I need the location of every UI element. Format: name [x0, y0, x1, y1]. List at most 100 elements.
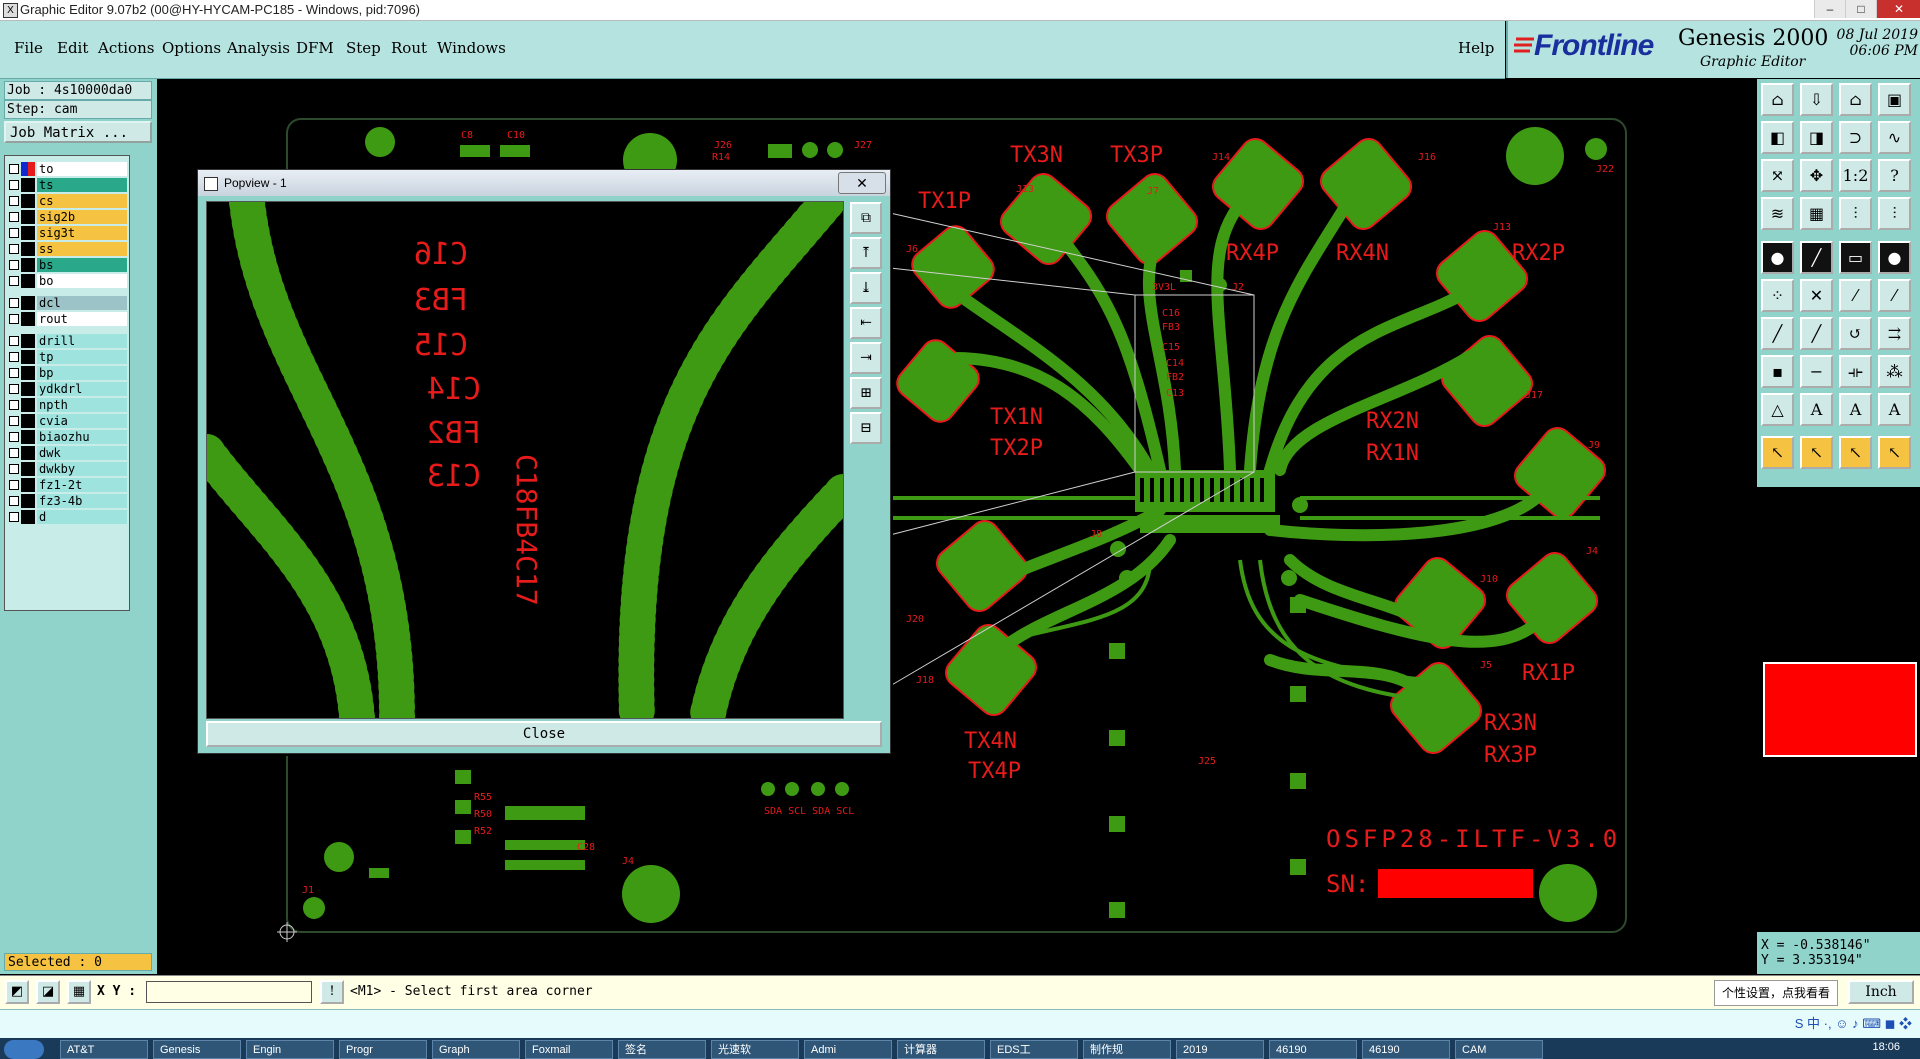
taskbar-item[interactable]: 签名 — [618, 1040, 706, 1059]
draw-line-icon[interactable]: ╱ — [1761, 317, 1794, 350]
zoom-home-icon[interactable]: ⌂ — [1761, 83, 1794, 116]
text-a-alt-icon[interactable]: A — [1839, 393, 1872, 426]
select-arrow-icon[interactable]: ↖ — [1761, 436, 1794, 469]
vias-icon[interactable]: ⁂ — [1878, 355, 1911, 388]
menu-edit[interactable]: Edit — [57, 39, 88, 57]
layer-row-sig2b[interactable]: sig2b — [7, 210, 127, 224]
taskbar-item[interactable]: 46190 — [1362, 1040, 1450, 1059]
layer-row-drill[interactable]: drill — [7, 334, 127, 348]
select-area-icon[interactable]: ↖ — [1839, 436, 1872, 469]
popview-zoom-out-icon[interactable]: ⊟ — [850, 412, 882, 444]
pan-right-icon[interactable]: ◨ — [1800, 121, 1833, 154]
popview-fit-icon[interactable]: ⧉ — [850, 202, 882, 234]
popview-canvas[interactable]: C16 FB3 C15 C14 FB2 C13 C18FB4C17 — [206, 201, 844, 719]
popview-down-icon[interactable]: ⤓ — [850, 272, 882, 304]
node-cross-icon[interactable]: ✕ — [1800, 279, 1833, 312]
home-icon[interactable]: ⌂ — [1839, 83, 1872, 116]
taskbar-item[interactable]: 光速软 — [711, 1040, 799, 1059]
menu-help[interactable]: Help — [1458, 39, 1494, 57]
layer-checkbox[interactable] — [9, 244, 19, 254]
select-net-icon[interactable]: ↖ — [1878, 436, 1911, 469]
status-grid-icon[interactable]: ▦ — [67, 980, 91, 1004]
layer-row-npth[interactable]: npth — [7, 398, 127, 412]
text-a-icon[interactable]: A — [1800, 393, 1833, 426]
layer-row-cvia[interactable]: cvia — [7, 414, 127, 428]
dot-icon[interactable]: ● — [1878, 241, 1911, 274]
layer-checkbox[interactable] — [9, 480, 19, 490]
panel-icon[interactable]: ▣ — [1878, 83, 1911, 116]
layer-checkbox[interactable] — [9, 298, 19, 308]
layer-checkbox[interactable] — [9, 276, 19, 286]
layer-checkbox[interactable] — [9, 384, 19, 394]
layer-row-bs[interactable]: bs — [7, 258, 127, 272]
pad-add-icon[interactable]: ● — [1761, 241, 1794, 274]
layer-checkbox[interactable] — [9, 212, 19, 222]
layer-row-ydkdrl[interactable]: ydkdrl — [7, 382, 127, 396]
layer-row-ts[interactable]: ts — [7, 178, 127, 192]
menu-analysis[interactable]: Analysis — [227, 39, 290, 57]
menu-step[interactable]: Step — [346, 39, 381, 57]
layer-row-bo[interactable]: bo — [7, 274, 127, 288]
help-icon[interactable]: ? — [1878, 159, 1911, 192]
layer-checkbox[interactable] — [9, 164, 19, 174]
taskbar-item[interactable]: 制作规 — [1083, 1040, 1171, 1059]
polygon-icon[interactable]: △ — [1761, 393, 1794, 426]
draw-line-alt-icon[interactable]: ╱ — [1800, 317, 1833, 350]
node-connect-icon[interactable]: ⁘ — [1761, 279, 1794, 312]
snap-icon[interactable]: ⊃ — [1839, 121, 1872, 154]
window-close-button[interactable]: ✕ — [1876, 0, 1920, 18]
layer-checkbox[interactable] — [9, 314, 19, 324]
menu-actions[interactable]: Actions — [98, 39, 154, 57]
zoom-down-icon[interactable]: ⇩ — [1800, 83, 1833, 116]
popview-zoom-in-icon[interactable]: ⊞ — [850, 377, 882, 409]
taskbar-item[interactable]: 2019 — [1176, 1040, 1264, 1059]
layer-row-tp[interactable]: tp — [7, 350, 127, 364]
minus-icon[interactable]: − — [1800, 355, 1833, 388]
popview-close-x[interactable]: ✕ — [838, 172, 886, 194]
pan-left-icon[interactable]: ◧ — [1761, 121, 1794, 154]
trace-icon[interactable]: ⇉ — [1878, 317, 1911, 350]
text-a-box-icon[interactable]: A — [1878, 393, 1911, 426]
maximize-button[interactable]: □ — [1845, 0, 1876, 18]
menu-rout[interactable]: Rout — [391, 39, 427, 57]
wave-icon[interactable]: ∿ — [1878, 121, 1911, 154]
layers-stack-icon[interactable]: ≋ — [1761, 197, 1794, 230]
layer-row-sig3t[interactable]: sig3t — [7, 226, 127, 240]
layer-checkbox[interactable] — [9, 416, 19, 426]
select-arrow-alt-icon[interactable]: ↖ — [1800, 436, 1833, 469]
layer-checkbox[interactable] — [9, 448, 19, 458]
zoom-all-icon[interactable]: ✥ — [1800, 159, 1833, 192]
layer-checkbox[interactable] — [9, 432, 19, 442]
start-button[interactable] — [4, 1040, 44, 1059]
measure-alt-icon[interactable]: ⫶ — [1878, 197, 1911, 230]
layer-checkbox[interactable] — [9, 400, 19, 410]
layer-checkbox[interactable] — [9, 336, 19, 346]
taskbar-item[interactable]: 46190 — [1269, 1040, 1357, 1059]
minimize-button[interactable]: – — [1814, 0, 1845, 18]
ruler-icon[interactable]: ▭ — [1839, 241, 1872, 274]
status-tool-icon-1[interactable]: ◩ — [5, 980, 29, 1004]
pad-square-icon[interactable]: ▪ — [1761, 355, 1794, 388]
status-info-icon[interactable]: ! — [320, 980, 344, 1004]
layer-checkbox[interactable] — [9, 352, 19, 362]
layer-checkbox[interactable] — [9, 464, 19, 474]
unit-button[interactable]: Inch — [1848, 980, 1914, 1004]
taskbar-item[interactable]: Genesis — [153, 1040, 241, 1059]
taskbar-item[interactable]: Foxmail — [525, 1040, 613, 1059]
layer-row-d[interactable]: d — [7, 510, 127, 524]
xy-input[interactable] — [146, 981, 312, 1003]
layer-checkbox[interactable] — [9, 228, 19, 238]
layer-checkbox[interactable] — [9, 368, 19, 378]
taskbar-item[interactable]: Engin — [246, 1040, 334, 1059]
menu-file[interactable]: File — [14, 39, 43, 57]
layer-row-fz1-2t[interactable]: fz1-2t — [7, 478, 127, 492]
layer-checkbox[interactable] — [9, 260, 19, 270]
line-red-icon[interactable]: ╱ — [1800, 241, 1833, 274]
status-tool-icon-2[interactable]: ◪ — [36, 980, 60, 1004]
layer-row-dcl[interactable]: dcl — [7, 296, 127, 310]
arc-icon[interactable]: ↺ — [1839, 317, 1872, 350]
layer-row-dwk[interactable]: dwk — [7, 446, 127, 460]
layer-row-fz3-4b[interactable]: fz3-4b — [7, 494, 127, 508]
taskbar-item[interactable]: EDS工 — [990, 1040, 1078, 1059]
bracket-icon[interactable]: ⟛ — [1839, 355, 1872, 388]
